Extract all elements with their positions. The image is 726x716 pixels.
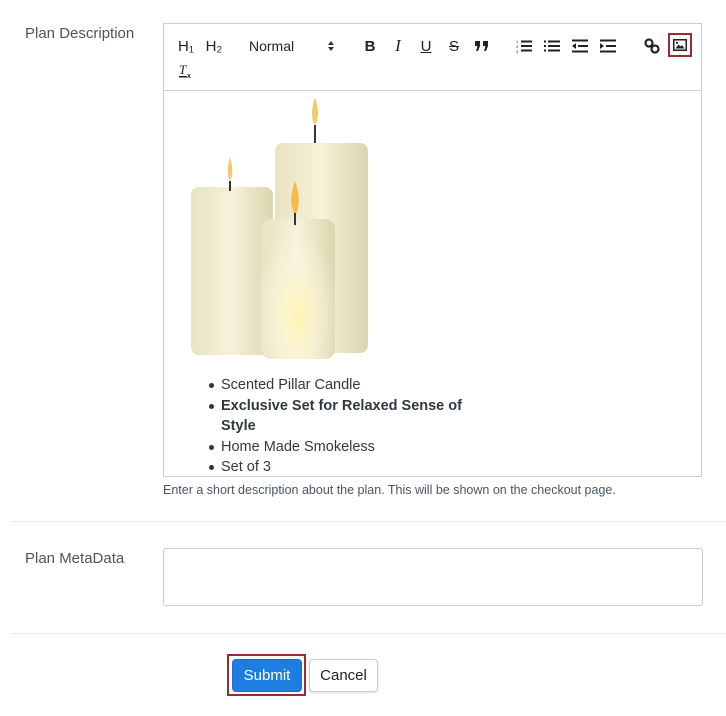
feature-item: Home Made Smokeless [209, 437, 471, 458]
link-button[interactable] [640, 34, 664, 58]
editor-toolbar: H₁ H₂ Normal B I U S 123 T x [164, 24, 701, 91]
indent-button[interactable] [596, 34, 620, 58]
editor-content[interactable]: Scented Pillar Candle Exclusive Set for … [164, 91, 701, 476]
indent-icon [600, 39, 616, 53]
header-1-button[interactable]: H₁ [174, 34, 198, 58]
header-2-button[interactable]: H₂ [202, 34, 226, 58]
feature-item: Exclusive Set for Relaxed Sense of Style [209, 396, 471, 437]
svg-text:3: 3 [516, 49, 519, 53]
image-icon [673, 39, 687, 51]
plan-metadata-input[interactable] [163, 548, 703, 606]
ordered-list-button[interactable]: 123 [512, 34, 536, 58]
blockquote-button[interactable] [470, 34, 494, 58]
clean-format-icon: Tx [179, 63, 191, 79]
bullet-list-icon [544, 40, 560, 52]
plan-metadata-label: Plan MetaData [25, 550, 125, 567]
italic-button[interactable]: I [386, 34, 410, 58]
svg-text:x: x [187, 73, 191, 79]
strike-button[interactable]: S [442, 34, 466, 58]
rich-text-editor: H₁ H₂ Normal B I U S 123 T x Scented Pil… [163, 23, 702, 477]
submit-button[interactable]: Submit [232, 659, 302, 692]
header-select[interactable]: Normal [249, 34, 339, 58]
plan-description-label: Plan Description [25, 25, 135, 42]
cancel-button[interactable]: Cancel [309, 659, 378, 692]
feature-item: Scented Pillar Candle [209, 375, 471, 396]
clean-format-button[interactable]: Tx [174, 59, 198, 83]
bullet-list-button[interactable] [540, 34, 564, 58]
bold-button[interactable]: B [358, 34, 382, 58]
outdent-icon [572, 39, 588, 53]
image-button[interactable] [668, 33, 692, 57]
feature-list: Scented Pillar Candle Exclusive Set for … [204, 375, 471, 476]
svg-text:T: T [179, 63, 187, 77]
section-divider [10, 633, 726, 634]
underline-button[interactable]: U [414, 34, 438, 58]
header-select-value: Normal [249, 38, 295, 54]
section-divider [10, 521, 726, 522]
feature-item: Set of 3 [209, 457, 471, 476]
outdent-button[interactable] [568, 34, 592, 58]
description-help-text: Enter a short description about the plan… [163, 483, 616, 497]
ordered-list-icon: 123 [516, 39, 532, 53]
select-arrows-icon [328, 41, 334, 51]
candles-image [191, 99, 368, 359]
link-icon [644, 38, 660, 54]
blockquote-icon [475, 41, 488, 51]
